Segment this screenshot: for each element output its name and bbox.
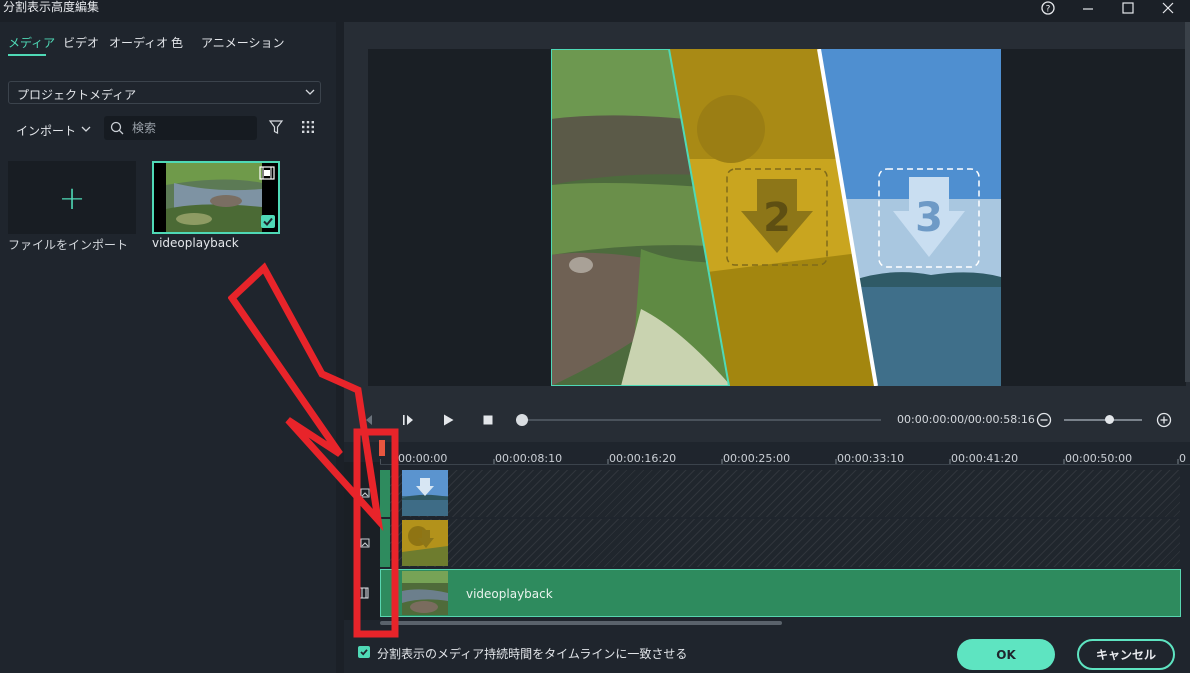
maximize-button[interactable] (1112, 0, 1144, 16)
timecode: 00:00:00:00/00:00:58:16 (897, 413, 1035, 426)
plus-icon: + (58, 178, 86, 217)
maximize-icon (1122, 2, 1134, 14)
svg-text:?: ? (1046, 5, 1051, 15)
image-track-icon (360, 488, 370, 498)
tab-audio[interactable]: オーディオ (109, 36, 168, 50)
import-label: インポート (16, 124, 77, 138)
tab-media[interactable]: メディア (8, 36, 55, 50)
progress-track[interactable] (521, 419, 881, 421)
minimize-button[interactable] (1072, 0, 1104, 16)
help-icon: ? (1041, 1, 1055, 15)
filter-icon[interactable] (268, 119, 284, 135)
import-media-tile[interactable]: + (8, 161, 136, 234)
media-item-thumbnail[interactable] (152, 161, 280, 234)
timeline-scrollbar[interactable] (380, 621, 782, 625)
media-item-label: videoplayback (152, 236, 239, 250)
main-clip-thumbnail (402, 571, 448, 615)
cancel-button[interactable]: キャンセル (1077, 639, 1175, 670)
tab-color[interactable]: 色 (171, 36, 183, 50)
search-icon (110, 121, 124, 135)
media-source-dropdown[interactable]: プロジェクトメディア (8, 81, 321, 104)
tab-video[interactable]: ビデオ (63, 36, 99, 50)
slot-2-number: 2 (763, 195, 791, 241)
search-input[interactable] (132, 119, 252, 137)
import-tile-label: ファイルをインポート (8, 238, 129, 252)
preview-scrollbar[interactable] (1185, 22, 1190, 382)
tab-animation[interactable]: アニメーション (201, 36, 285, 50)
ok-button[interactable]: OK (957, 639, 1055, 670)
match-duration-label: 分割表示のメディア持続時間をタイムラインに一致させる (377, 647, 688, 661)
river-thumbnail-image (154, 163, 278, 232)
track-1-clip-thumbnail[interactable] (402, 470, 448, 516)
chevron-down-icon (81, 126, 91, 132)
track-1[interactable] (380, 470, 1180, 517)
zoom-handle[interactable] (1105, 415, 1114, 424)
zoom-slider[interactable] (1064, 419, 1142, 421)
window-title: 分割表示高度編集 (3, 0, 100, 14)
video-track-icon (359, 587, 369, 599)
track-2-clip-thumbnail[interactable] (402, 520, 448, 566)
zoom-out-icon[interactable] (1036, 412, 1052, 428)
chevron-down-icon (305, 89, 315, 95)
image-track-icon (360, 538, 370, 548)
panel-divider[interactable] (336, 22, 344, 673)
minimize-icon (1083, 8, 1093, 10)
previous-frame-icon[interactable] (361, 413, 375, 427)
player-controls (344, 400, 1190, 442)
playhead[interactable] (379, 440, 385, 456)
help-button[interactable]: ? (1032, 0, 1064, 16)
title-bar (0, 0, 1190, 22)
close-icon (1162, 2, 1174, 14)
checkmark-icon (360, 649, 368, 656)
clip-edge (380, 519, 390, 567)
progress-handle[interactable] (516, 414, 528, 426)
split-screen-preview[interactable]: 2 3 (551, 49, 1001, 386)
play-icon[interactable] (441, 413, 455, 427)
main-clip-label: videoplayback (466, 587, 553, 601)
active-tab-indicator (8, 54, 46, 56)
stop-icon[interactable] (481, 413, 495, 427)
track-2[interactable] (380, 519, 1180, 567)
ruler-baseline (380, 464, 1190, 465)
search-box (104, 116, 257, 140)
grid-view-icon[interactable] (301, 120, 315, 134)
match-duration-checkbox[interactable] (358, 646, 370, 658)
close-button[interactable] (1152, 0, 1184, 16)
dropdown-value: プロジェクトメディア (17, 88, 137, 102)
zoom-in-icon[interactable] (1156, 412, 1172, 428)
clip-edge (380, 470, 390, 517)
import-button[interactable]: インポート (8, 116, 96, 140)
slot-3-number: 3 (915, 195, 943, 241)
next-frame-icon[interactable] (401, 413, 415, 427)
